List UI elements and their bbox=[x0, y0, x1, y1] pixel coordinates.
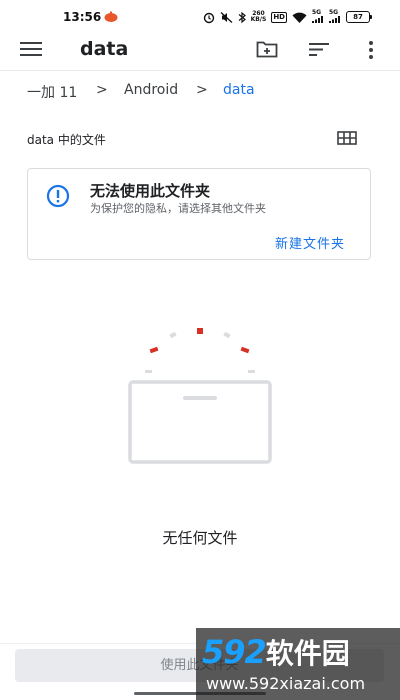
signal-bars-icon bbox=[329, 16, 340, 23]
breadcrumb-item-device[interactable]: 一加 11 bbox=[27, 82, 77, 102]
alarm-icon bbox=[203, 12, 214, 23]
watermark-url: www.592xiazai.com bbox=[206, 674, 366, 693]
new-folder-icon[interactable] bbox=[256, 40, 278, 58]
mute-icon bbox=[220, 11, 233, 23]
info-card: 无法使用此文件夹 为保护您的隐私，请选择其他文件夹 新建文件夹 bbox=[27, 168, 371, 260]
status-time: 13:56 bbox=[63, 10, 102, 24]
section-title: data 中的文件 bbox=[27, 133, 106, 147]
info-icon bbox=[46, 184, 70, 208]
watermark: 592软件园 www.592xiazai.com bbox=[196, 628, 400, 700]
breadcrumb-separator: > bbox=[196, 82, 208, 98]
watermark-logo: 592软件园 bbox=[202, 633, 350, 671]
signal-1: 5G bbox=[312, 9, 324, 25]
grid-view-icon[interactable] bbox=[337, 131, 357, 145]
empty-tray-icon bbox=[128, 328, 272, 464]
network-speed: 260 KB/S bbox=[250, 10, 267, 23]
status-icons: 260 KB/S HD 5G 5G 87 bbox=[203, 9, 372, 25]
app-bar: data bbox=[0, 34, 400, 68]
sort-icon[interactable] bbox=[309, 40, 329, 58]
breadcrumb-separator: > bbox=[96, 82, 108, 98]
empty-state-text: 无任何文件 bbox=[162, 529, 238, 547]
breadcrumb-item-android[interactable]: Android bbox=[124, 82, 178, 98]
wifi-icon bbox=[292, 12, 307, 23]
more-vert-icon[interactable] bbox=[364, 39, 378, 61]
status-bar: 13:56 260 KB/S HD 5G 5G 87 bbox=[0, 0, 400, 34]
new-folder-button[interactable]: 新建文件夹 bbox=[275, 233, 345, 252]
app-notification-icon bbox=[104, 11, 118, 22]
info-card-description: 为保护您的隐私，请选择其他文件夹 bbox=[90, 202, 266, 215]
divider bbox=[0, 70, 400, 71]
hd-badge: HD bbox=[271, 11, 287, 23]
battery-icon: 87 bbox=[346, 11, 372, 23]
info-card-title: 无法使用此文件夹 bbox=[90, 182, 211, 200]
menu-icon[interactable] bbox=[20, 42, 42, 58]
breadcrumb-item-data[interactable]: data bbox=[223, 82, 255, 98]
bluetooth-icon bbox=[238, 11, 246, 23]
page-title: data bbox=[80, 38, 129, 60]
signal-bars-icon bbox=[312, 16, 323, 23]
signal-2: 5G bbox=[329, 9, 341, 25]
